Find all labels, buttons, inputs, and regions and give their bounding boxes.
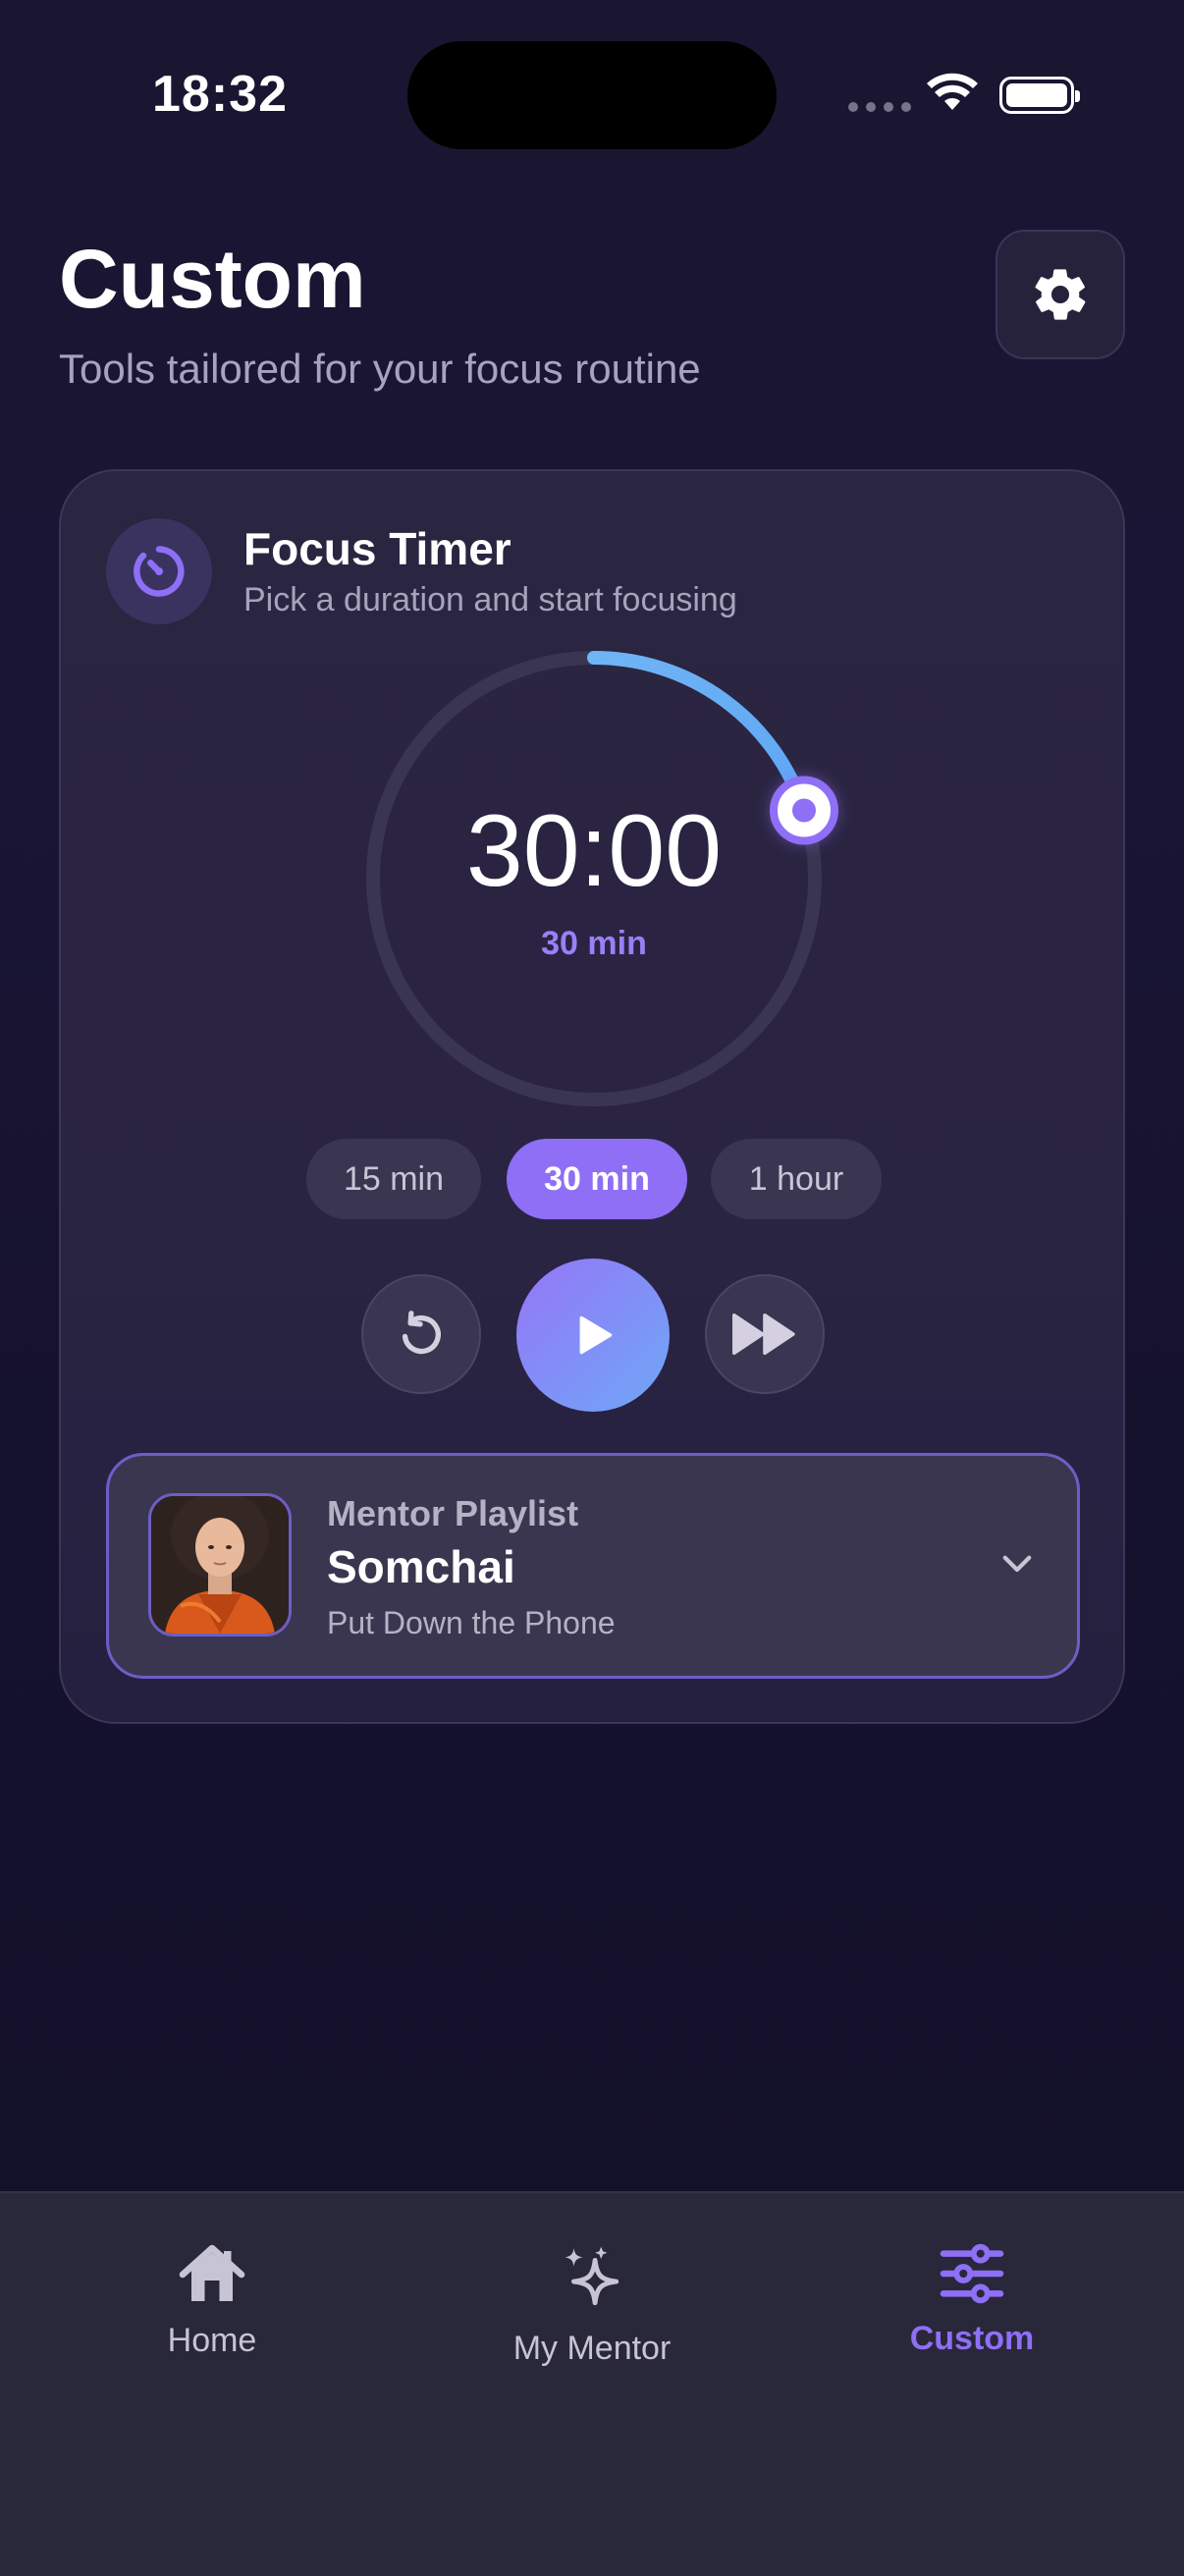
preset-1-hour[interactable]: 1 hour — [711, 1139, 882, 1219]
tab-custom-label: Custom — [909, 2320, 1035, 2357]
playlist-label: Mentor Playlist — [327, 1493, 579, 1533]
tab-my-mentor-label: My Mentor — [512, 2330, 672, 2367]
tab-home[interactable]: Home — [65, 2242, 359, 2360]
tab-my-mentor[interactable]: My Mentor — [445, 2242, 739, 2368]
play-icon — [579, 1315, 613, 1355]
status-time: 18:32 — [152, 66, 288, 123]
focus-timer-card: Focus Timer Pick a duration and start fo… — [59, 469, 1125, 1724]
reset-button[interactable] — [361, 1274, 481, 1394]
mentor-playlist-card[interactable]: Mentor Playlist Somchai Put Down the Pho… — [106, 1453, 1080, 1679]
timer-duration-label: 30 min — [541, 925, 647, 962]
preset-30-min[interactable]: 30 min — [507, 1139, 687, 1219]
play-button[interactable] — [516, 1259, 670, 1412]
sliders-icon — [940, 2243, 1004, 2304]
page-title: Custom — [59, 233, 366, 325]
wifi-icon — [927, 73, 978, 110]
preset-15-min[interactable]: 15 min — [306, 1139, 481, 1219]
gear-icon — [1035, 269, 1086, 320]
page-subtitle: Tools tailored for your focus routine — [59, 346, 701, 392]
dial-progress-arc — [587, 651, 811, 818]
fast-forward-icon — [732, 1314, 795, 1355]
battery-icon — [999, 77, 1080, 114]
skip-forward-button[interactable] — [705, 1274, 825, 1394]
mentor-avatar — [148, 1493, 292, 1637]
cellular-signal-icon — [848, 102, 911, 112]
timer-display: 30:00 — [465, 794, 723, 908]
chevron-down-icon[interactable] — [996, 1542, 1038, 1583]
tab-custom[interactable]: Custom — [825, 2242, 1119, 2358]
status-bar: 18:32 — [0, 0, 1184, 196]
settings-button[interactable] — [996, 230, 1125, 359]
home-icon — [179, 2244, 245, 2301]
dynamic-island — [407, 41, 777, 149]
tab-home-label: Home — [167, 2322, 257, 2359]
reset-icon — [402, 1311, 441, 1355]
tab-bar: Home My Mentor Custom — [0, 2191, 1184, 2576]
sparkle-icon — [565, 2246, 619, 2306]
track-title: Put Down the Phone — [327, 1605, 616, 1640]
mentor-name: Somchai — [327, 1541, 515, 1592]
